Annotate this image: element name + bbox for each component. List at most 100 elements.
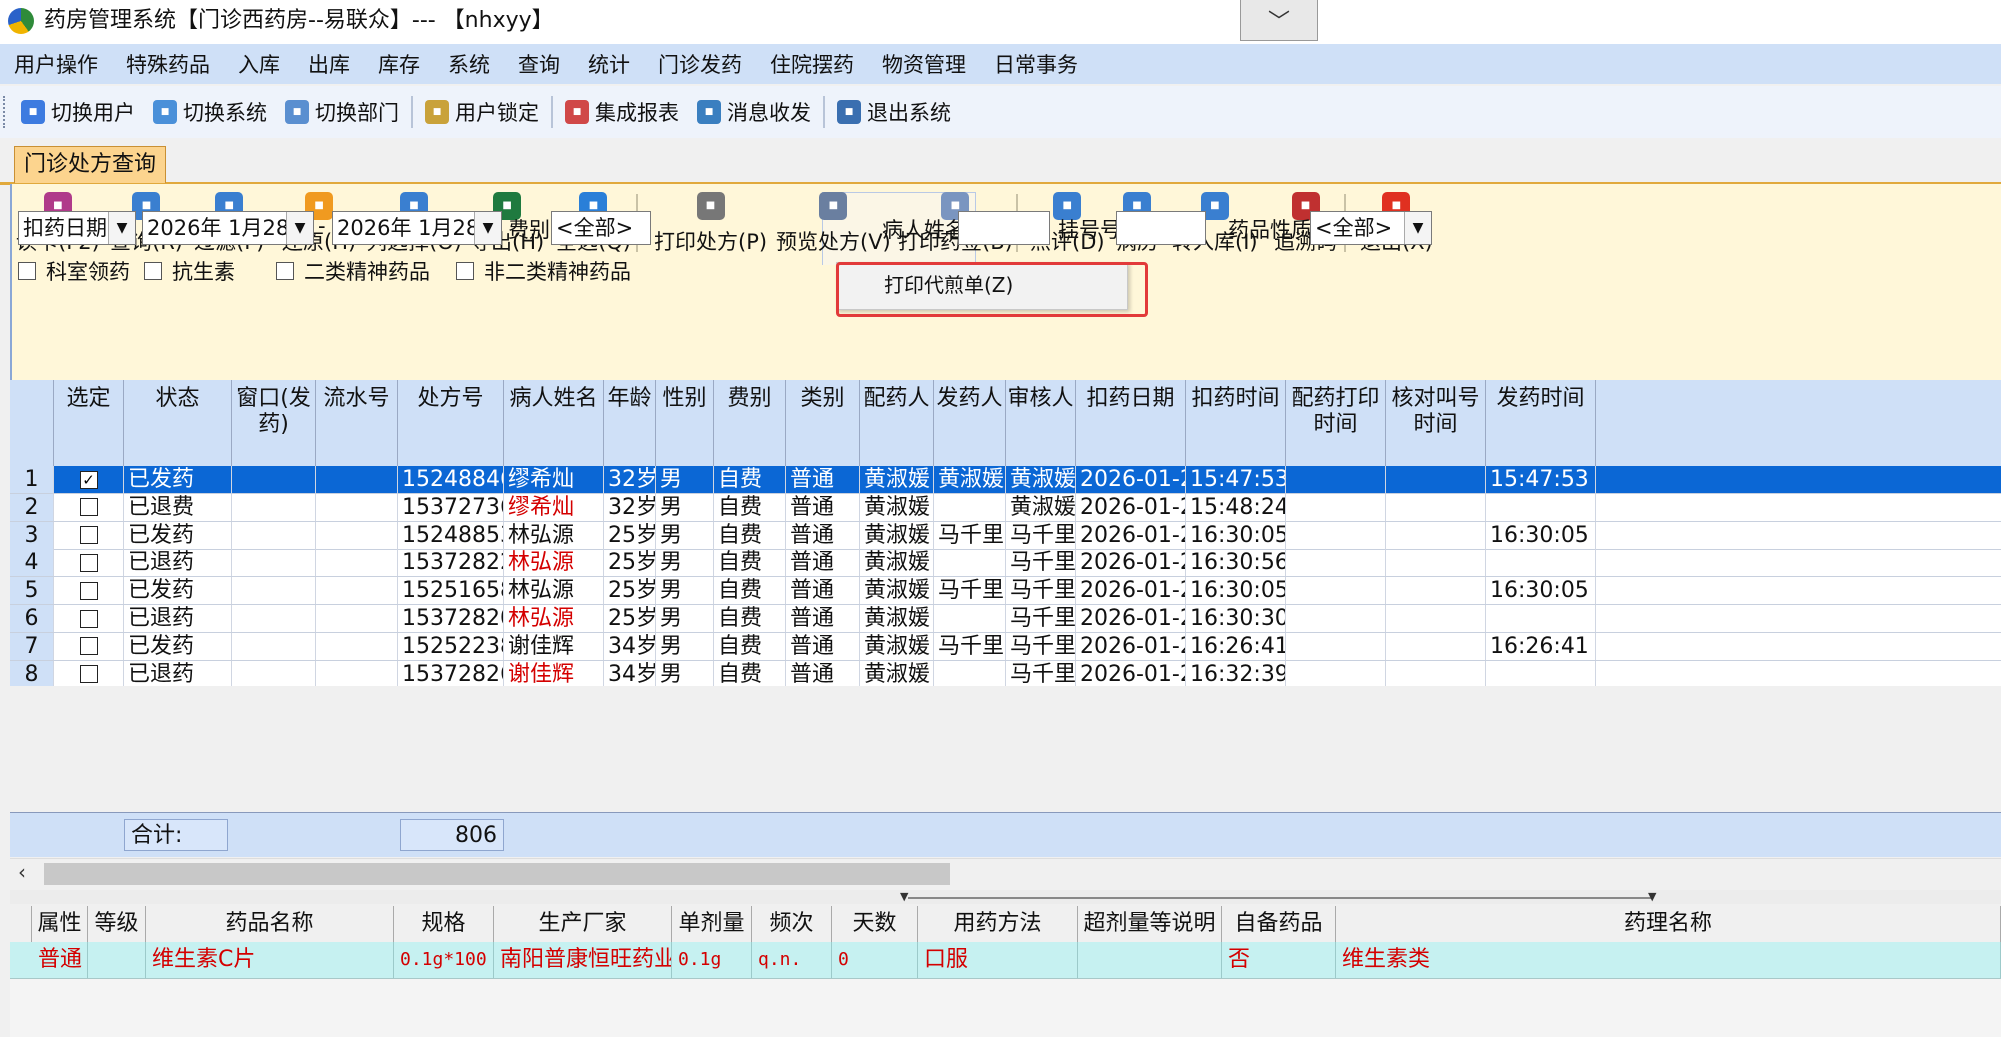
column-header[interactable]: 病人姓名 <box>504 380 604 466</box>
checkbox-antibiotic[interactable]: 抗生素 <box>144 256 235 286</box>
column-header[interactable]: 核对叫号 时间 <box>1386 380 1486 466</box>
column-header[interactable]: 类别 <box>786 380 860 466</box>
menu-item-5[interactable]: 系统 <box>434 49 504 79</box>
checkbox[interactable] <box>79 581 98 600</box>
select-cell[interactable] <box>54 632 124 660</box>
report-icon: ■ <box>565 100 589 124</box>
date-from-picker[interactable]: 2026年 1月28日 ▼ <box>142 211 314 245</box>
checkbox-non-class2-psych[interactable]: 非二类精神药品 <box>456 256 631 286</box>
column-header[interactable]: 审核人 <box>1006 380 1076 466</box>
table-row[interactable]: 6 已退药 15372820林弘源25岁男自费普通黄淑媛 马千里2026-01-281… <box>10 605 2001 633</box>
menu-item-4[interactable]: 库存 <box>364 49 434 79</box>
menu-item-1[interactable]: 特殊药品 <box>112 49 224 79</box>
toolbar-button-2[interactable]: ■ 切换部门 <box>276 92 408 132</box>
toolbar-label: 用户锁定 <box>455 101 539 125</box>
drug-nature-select[interactable]: <全部> ▼ <box>1310 211 1432 245</box>
column-header[interactable]: 选定 <box>54 380 124 466</box>
menu-item-8[interactable]: 门诊发药 <box>644 49 756 79</box>
select-cell[interactable] <box>54 549 124 577</box>
detail-column-header[interactable]: 药品名称 <box>146 906 394 942</box>
column-header[interactable]: 流水号 <box>316 380 398 466</box>
detail-column-header[interactable]: 等级 <box>88 906 146 942</box>
column-header[interactable]: 发药人 <box>934 380 1006 466</box>
column-header[interactable]: 配药打印 时间 <box>1286 380 1386 466</box>
detail-column-header[interactable]: 属性 <box>32 906 88 942</box>
detail-column-header[interactable]: 用药方法 <box>918 906 1078 942</box>
detail-column-header[interactable]: 药理名称 <box>1336 906 2001 942</box>
toolbar-button-6[interactable]: ■ 退出系统 <box>828 92 960 132</box>
tab-outpatient-prescription-query[interactable]: 门诊处方查询 <box>14 146 166 183</box>
scrollbar-thumb[interactable] <box>44 863 950 885</box>
menu-item-11[interactable]: 日常事务 <box>980 49 1092 79</box>
select-cell[interactable] <box>54 577 124 605</box>
detail-column-header[interactable]: 频次 <box>752 906 832 942</box>
detail-column-header[interactable]: 自备药品 <box>1222 906 1336 942</box>
menu-item-2[interactable]: 入库 <box>224 49 294 79</box>
toolbar-button-3[interactable]: ■ 用户锁定 <box>416 92 548 132</box>
menu-item-7[interactable]: 统计 <box>574 49 644 79</box>
collapse-ribbon-button[interactable]: ﹀ <box>1240 0 1318 41</box>
column-header[interactable]: 性别 <box>656 380 714 466</box>
select-cell[interactable] <box>54 605 124 632</box>
detail-column-header[interactable]: 规格 <box>394 906 494 942</box>
menu-item-6[interactable]: 查询 <box>504 49 574 79</box>
menu-item-10[interactable]: 物资管理 <box>868 49 980 79</box>
column-header[interactable]: 状态 <box>124 380 232 466</box>
cell-fee: 自费 <box>714 660 786 686</box>
checkbox[interactable] <box>79 553 98 572</box>
checkbox[interactable] <box>79 498 98 517</box>
action-button-8[interactable]: ■ 预览处方(V) <box>776 192 891 262</box>
checkbox[interactable] <box>79 526 98 545</box>
column-header[interactable]: 配药人 <box>860 380 934 466</box>
detail-column-header[interactable]: 超剂量等说明 <box>1078 906 1222 942</box>
table-row[interactable]: 3 已发药 15248853 林弘源 25岁男自费 普通 黄淑媛 马千里 马千里 2026-01-… <box>10 521 2001 550</box>
column-header[interactable]: 发药时间 <box>1486 380 1596 466</box>
column-header[interactable]: 处方号 <box>398 380 504 466</box>
table-row[interactable]: 5 已发药 15251658 林弘源 25岁男自费 普通 黄淑媛 马千里 马千里 2026-01-… <box>10 577 2001 606</box>
detail-cell-spec: 0.1g*100 <box>394 942 494 978</box>
detail-row[interactable]: 普通 维生素C片0.1g*100南阳普康恒旺药业有限公司0.1gq.n.0口服 否维… <box>10 942 2001 979</box>
table-row[interactable]: 2已退费15372736缪希灿32岁男自费普通黄淑媛黄淑媛2026-01-281… <box>10 493 2001 522</box>
select-cell[interactable] <box>54 493 124 521</box>
select-cell[interactable]: ✓ <box>54 466 124 493</box>
date-to-picker[interactable]: 2026年 1月28日 ▼ <box>332 211 502 245</box>
fee-type-select[interactable]: <全部> <box>551 211 651 245</box>
action-button-7[interactable]: ■ 打印处方(P) <box>654 192 767 262</box>
checkbox[interactable]: ✓ <box>79 470 98 489</box>
detail-column-header[interactable]: 单剂量 <box>672 906 752 942</box>
column-header[interactable]: 年龄 <box>604 380 656 466</box>
toolbar-button-5[interactable]: ■ 消息收发 <box>688 92 820 132</box>
column-header[interactable]: 扣药时间 <box>1186 380 1286 466</box>
printer-icon: ■ <box>696 192 725 220</box>
menu-item-3[interactable]: 出库 <box>294 49 364 79</box>
toolbar-button-0[interactable]: ■ 切换用户 <box>12 92 144 132</box>
checkbox[interactable] <box>79 637 98 656</box>
checkbox[interactable] <box>79 665 98 684</box>
splitter-arrow-icon[interactable]: ▼ <box>900 890 908 903</box>
column-header[interactable]: 窗口(发 药) <box>232 380 316 466</box>
checkbox-class2-psych[interactable]: 二类精神药品 <box>276 256 430 286</box>
select-cell[interactable] <box>54 521 124 549</box>
column-header[interactable]: 扣药日期 <box>1076 380 1186 466</box>
table-row[interactable]: 4 已退药 15372822林弘源25岁男自费普通黄淑媛 马千里2026-01-281… <box>10 549 2001 578</box>
table-row[interactable]: 7 已发药 15252238 谢佳辉 34岁男自费 普通 黄淑媛 马千里 马千里 2026-01-… <box>10 632 2001 661</box>
splitter-arrow-icon[interactable]: ▼ <box>1648 890 1656 903</box>
detail-column-header[interactable]: 天数 <box>832 906 918 942</box>
patient-name-input[interactable] <box>958 211 1050 245</box>
checkbox-dept-drug[interactable]: 科室领药 <box>18 256 130 286</box>
table-row[interactable]: 8 已退药 15372826谢佳辉34岁男自费普通黄淑媛 马千里2026-01-281… <box>10 660 2001 686</box>
select-cell[interactable] <box>54 660 124 686</box>
column-header[interactable]: 费别 <box>714 380 786 466</box>
date-type-select[interactable]: 扣药日期 ▼ <box>18 211 136 245</box>
scroll-left-icon[interactable]: ‹ <box>18 860 26 884</box>
cell-type: 普通 <box>786 549 860 577</box>
menu-item-9[interactable]: 住院摆药 <box>756 49 868 79</box>
checkbox[interactable] <box>79 609 98 628</box>
table-row[interactable]: 1 ✓ 已发药 15248846 缪希灿 32岁男自费 普通 黄淑媛 黄淑媛 黄淑媛 2026-01… <box>10 466 2001 494</box>
toolbar-button-4[interactable]: ■ 集成报表 <box>556 92 688 132</box>
toolbar-button-1[interactable]: ■ 切换系统 <box>144 92 276 132</box>
menu-item-0[interactable]: 用户操作 <box>0 49 112 79</box>
detail-column-header[interactable]: 生产厂家 <box>494 906 672 942</box>
registration-no-input[interactable] <box>1116 211 1206 245</box>
detail-cell-attr: 普通 <box>32 942 88 978</box>
